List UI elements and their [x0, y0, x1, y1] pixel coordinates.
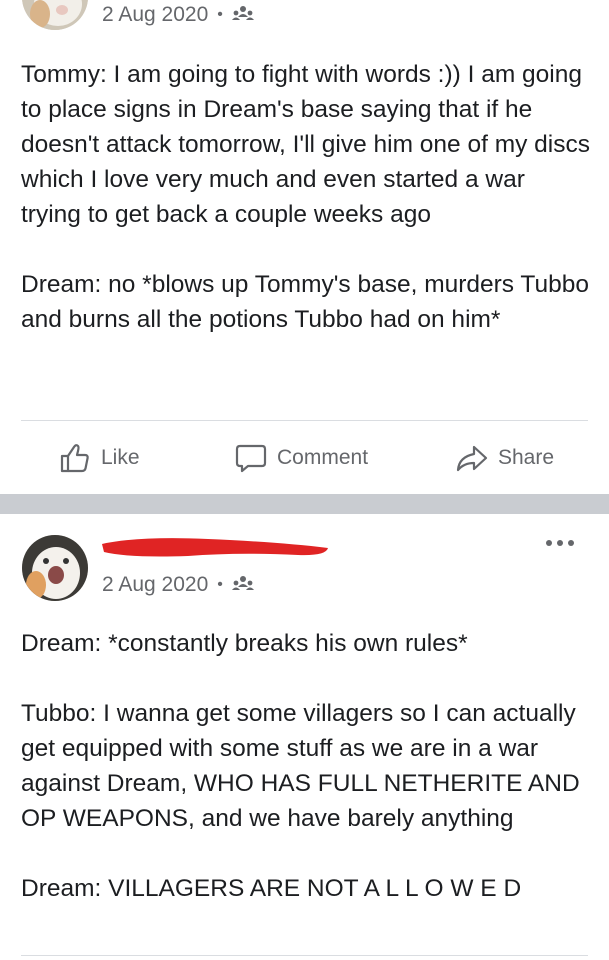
comment-icon	[235, 444, 267, 473]
action-divider	[21, 420, 588, 421]
post-text: Dream: *constantly breaks his own rules*…	[21, 626, 591, 906]
thumbs-up-icon	[60, 444, 89, 473]
friends-icon	[231, 575, 255, 595]
post-paragraph: Dream: *constantly breaks his own rules*	[21, 630, 468, 657]
meta-separator: •	[217, 576, 223, 593]
like-label: Like	[101, 446, 140, 469]
post-text: Tommy: I am going to fight with words :)…	[21, 57, 591, 337]
comment-button[interactable]: Comment	[234, 433, 368, 483]
like-button[interactable]: Like	[58, 433, 140, 483]
post-2: 2 Aug 2020 • Dream: *constantly breaks h…	[0, 514, 609, 960]
share-arrow-icon	[456, 445, 488, 472]
post-1: 2 Aug 2020 • Tommy: I am going to fight …	[0, 0, 609, 494]
avatar[interactable]	[22, 0, 88, 30]
action-divider	[21, 955, 588, 956]
cat-photo	[22, 0, 88, 30]
post-meta: 2 Aug 2020 •	[102, 3, 255, 27]
comment-label: Comment	[277, 446, 369, 469]
more-options-icon[interactable]	[542, 533, 578, 553]
post-date[interactable]: 2 Aug 2020	[102, 573, 208, 597]
post-paragraph: Dream: VILLAGERS ARE NOT A L L O W E D	[21, 875, 522, 902]
post-date[interactable]: 2 Aug 2020	[102, 3, 208, 27]
friends-icon	[231, 5, 255, 25]
post-paragraph: Tubbo: I wanna get some villagers so I c…	[21, 700, 580, 832]
post-meta: 2 Aug 2020 •	[102, 573, 255, 597]
avatar[interactable]	[22, 535, 88, 601]
share-label: Share	[498, 446, 555, 469]
post-actions: Like Comment Share	[0, 433, 609, 483]
post-paragraph: Tommy: I am going to fight with words :)…	[21, 61, 591, 228]
share-button[interactable]: Share	[455, 433, 554, 483]
redaction-scribble	[102, 538, 328, 557]
cat-photo	[22, 535, 88, 601]
post-paragraph: Dream: no *blows up Tommy's base, murder…	[21, 271, 589, 333]
feed-separator	[0, 494, 609, 514]
meta-separator: •	[217, 6, 223, 23]
